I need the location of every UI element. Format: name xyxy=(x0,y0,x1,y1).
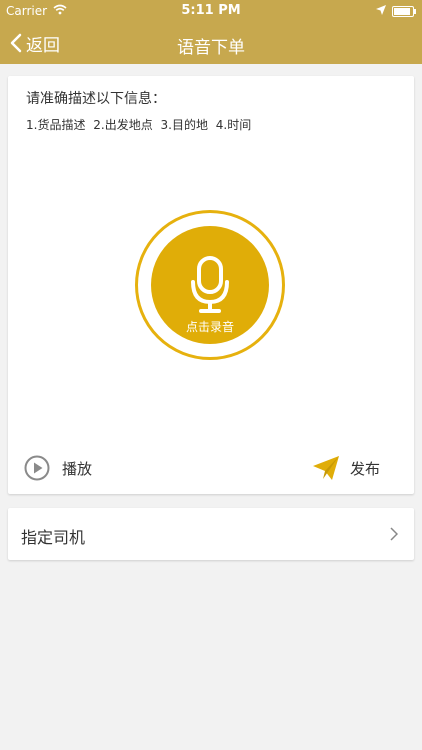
record-label: 点击录音 xyxy=(185,320,234,334)
hint-text: 1.货品描述 2.出发地点 3.目的地 4.时间 xyxy=(26,118,252,132)
prompt-text: 请准确描述以下信息： xyxy=(26,91,166,107)
play-icon xyxy=(24,455,50,481)
record-button[interactable]: 点击录音 xyxy=(151,226,269,344)
page-title: 语音下单 xyxy=(177,38,245,58)
microphone-icon xyxy=(191,256,229,313)
publish-label: 发布 xyxy=(349,459,380,478)
play-label: 播放 xyxy=(62,459,93,478)
paper-plane-icon xyxy=(312,456,339,480)
clock: 5:11 PM xyxy=(181,3,241,18)
nav-bar: 返回 语音下单 xyxy=(0,22,422,64)
header: Carrier 5:11 PM 返回 语音下单 xyxy=(0,0,422,64)
assign-driver-label: 指定司机 xyxy=(21,528,86,547)
voice-order-card: 请准确描述以下信息： 1.货品描述 2.出发地点 3.目的地 4.时间 点击录音… xyxy=(8,76,414,494)
assign-driver-row[interactable]: 指定司机 xyxy=(8,508,414,560)
publish-button[interactable]: 发布 xyxy=(312,454,380,482)
chevron-right-icon xyxy=(390,527,398,541)
battery-icon xyxy=(392,6,416,17)
play-button[interactable]: 播放 xyxy=(24,454,92,482)
screen: Carrier 5:11 PM 返回 语音下单 请准确描述以下信息： 1.货品描… xyxy=(0,0,422,750)
status-bar: Carrier 5:11 PM xyxy=(0,0,422,22)
location-arrow-icon xyxy=(376,4,386,18)
